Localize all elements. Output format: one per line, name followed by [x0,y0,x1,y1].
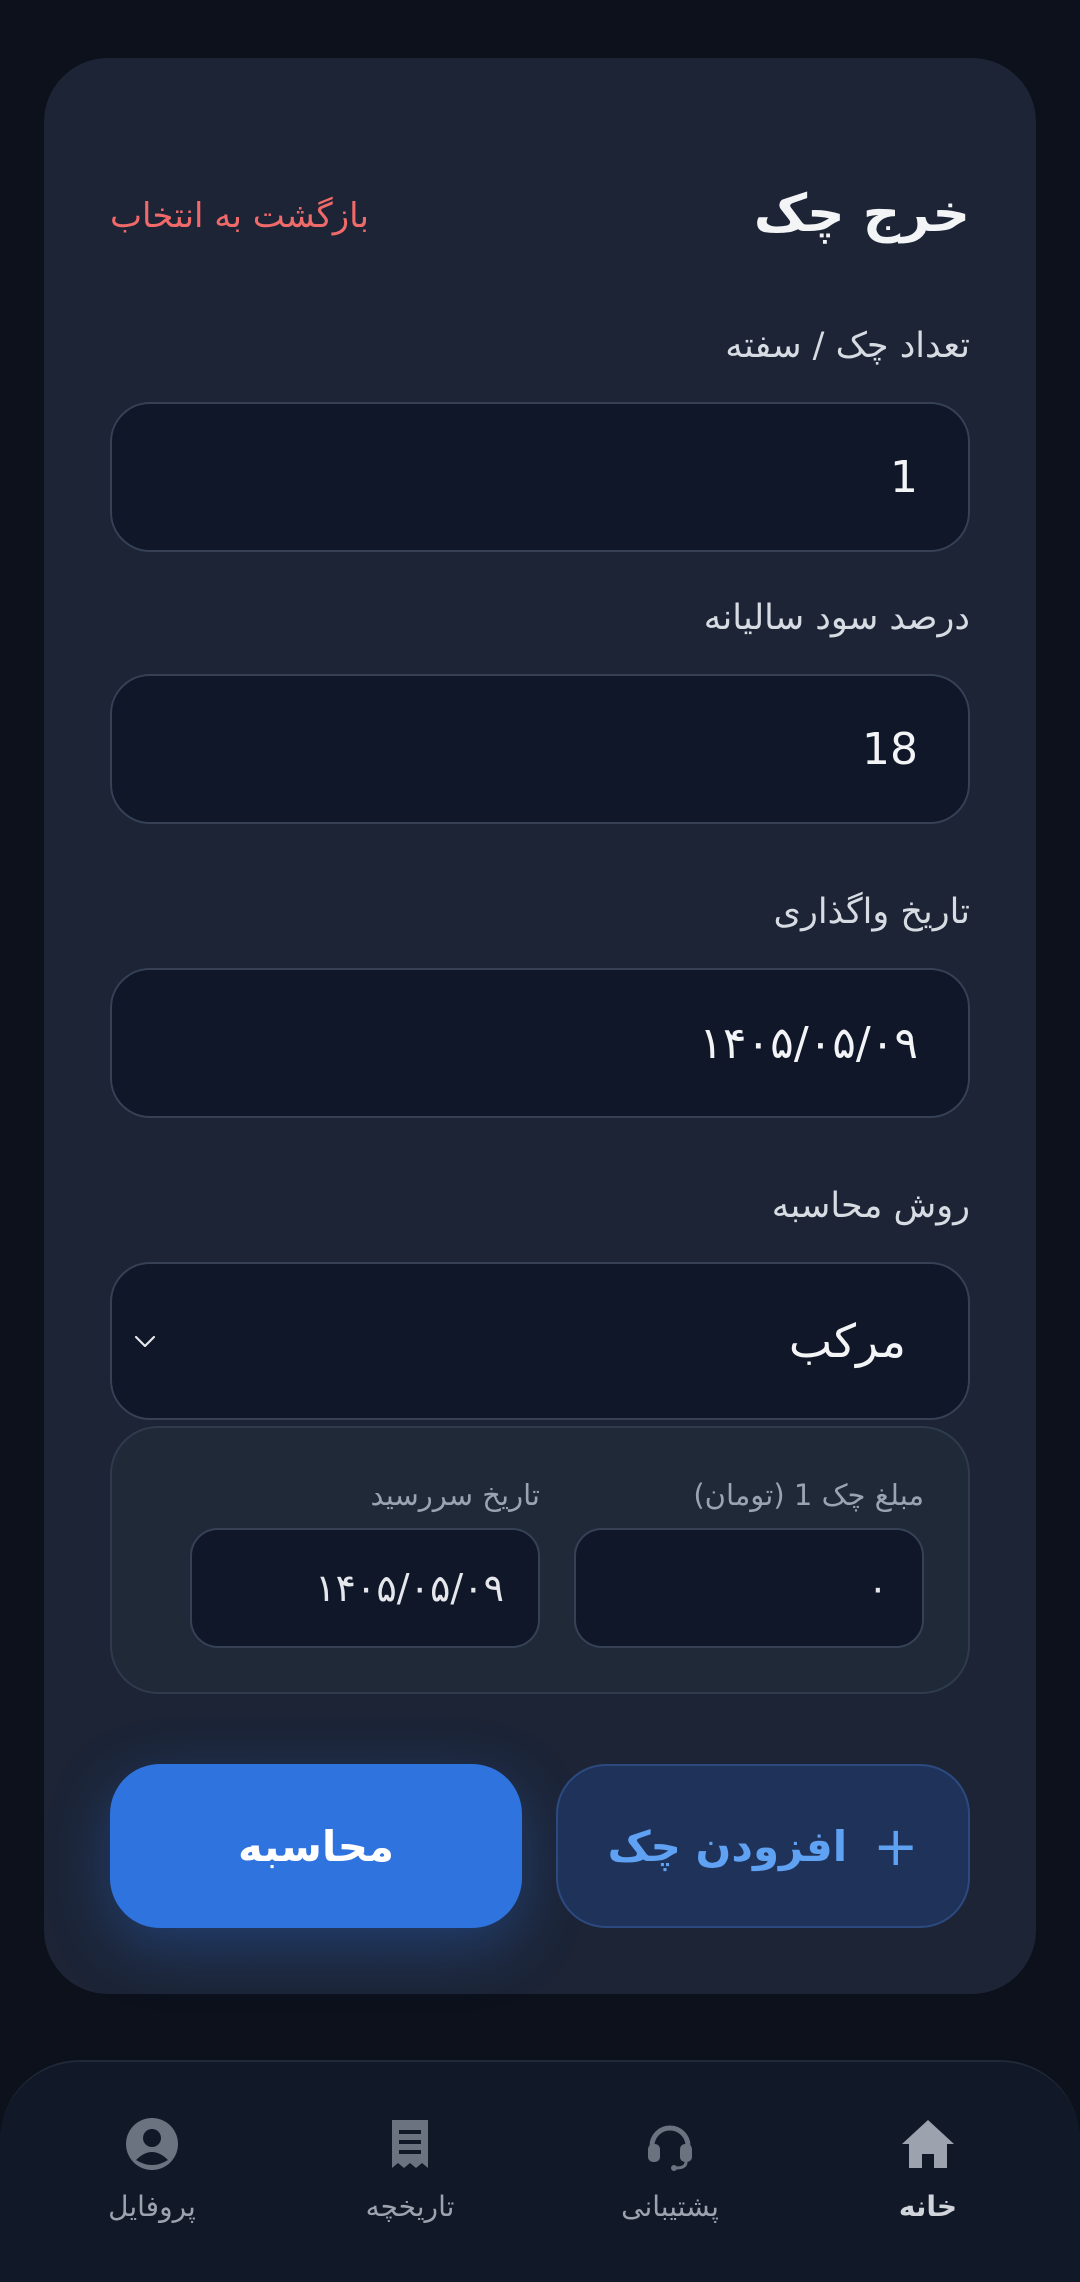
nav-label-profile: پروفایل [108,2190,196,2223]
cheque-count-value: 1 [890,451,918,503]
calculate-button[interactable]: محاسبه [110,1764,522,1928]
plus-icon: + [873,1814,919,1878]
cheque-amount-value: ۰ [867,1566,888,1610]
assign-date-label: تاریخ واگذاری [773,892,970,932]
headset-icon [648,2125,692,2171]
cheque-count-input[interactable]: 1 [110,402,970,552]
nav-label-support: پشتیبانی [621,2190,719,2223]
due-date-value: ۱۴۰۵/۰۵/۰۹ [315,1566,504,1610]
method-select[interactable]: مرکب [110,1262,970,1420]
nav-item-profile[interactable]: پروفایل [52,2116,252,2223]
due-date-label: تاریخ سررسید [370,1478,541,1512]
form-card: خرج چک بازگشت به انتخاب تعداد چک / سفته … [44,58,1036,1994]
nav-item-support[interactable]: پشتیبانی [570,2116,770,2223]
method-label: روش محاسبه [771,1186,970,1226]
due-date-input[interactable]: ۱۴۰۵/۰۵/۰۹ [190,1528,540,1648]
method-value: مرکب [788,1314,906,1368]
back-to-selection-link[interactable]: بازگشت به انتخاب [110,196,369,236]
nav-label-home: خانه [898,2190,958,2223]
annual-rate-label: درصد سود سالیانه [703,598,970,638]
cheque-amount-label: مبلغ چک 1 (تومان) [693,1478,924,1512]
calculate-button-label: محاسبه [238,1821,394,1871]
chevron-down-icon [134,1335,156,1348]
annual-rate-input[interactable]: 18 [110,674,970,824]
home-icon [902,2120,954,2168]
cheque-item-card: مبلغ چک 1 (تومان) ۰ تاریخ سررسید ۱۴۰۵/۰۵… [110,1426,970,1694]
assign-date-value: ۱۴۰۵/۰۵/۰۹ [699,1017,918,1069]
nav-item-home[interactable]: خانه [828,2116,1028,2223]
annual-rate-value: 18 [862,723,918,775]
user-circle-icon [126,2118,178,2170]
receipt-icon [392,2120,428,2168]
cheque-count-label: تعداد چک / سفته [725,326,970,366]
add-cheque-button[interactable]: + افزودن چک [556,1764,970,1928]
add-cheque-button-label: افزودن چک [607,1821,848,1871]
assign-date-input[interactable]: ۱۴۰۵/۰۵/۰۹ [110,968,970,1118]
page-title: خرج چک [753,184,970,244]
nav-item-history[interactable]: تاریخچه [310,2116,510,2223]
cheque-amount-input[interactable]: ۰ [574,1528,924,1648]
nav-label-history: تاریخچه [365,2190,455,2223]
bottom-navigation: خانه پشتیبانی تاریخچه پروفایل [0,2060,1080,2282]
